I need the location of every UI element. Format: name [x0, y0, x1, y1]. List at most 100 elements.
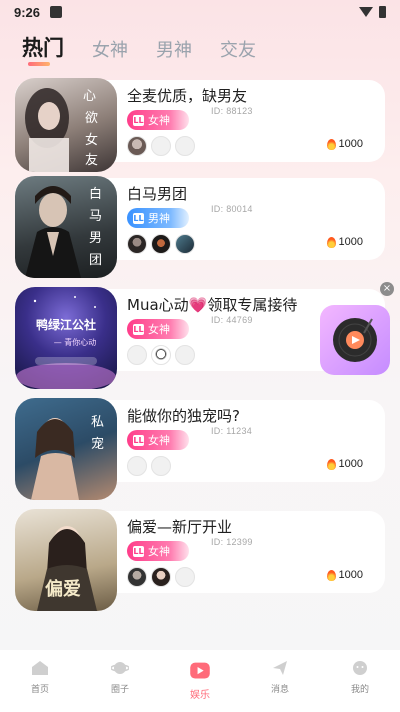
member-avatars: [127, 567, 195, 587]
cover-art: 白 马 男 团: [25, 186, 102, 278]
nav-circle-label: 圈子: [110, 685, 129, 695]
room-cover-image: 鸭绿江公社 — 青你心动: [15, 287, 117, 389]
battery-icon: [379, 6, 386, 18]
svg-text:私: 私: [91, 415, 104, 430]
avatar: [151, 234, 171, 254]
nav-circle[interactable]: 圈子: [80, 650, 160, 712]
member-avatars: [127, 136, 195, 156]
room-tag-badge: LL 女神: [127, 319, 189, 339]
avatar: [127, 234, 147, 254]
room-heat: 1000: [326, 236, 363, 248]
close-icon[interactable]: ×: [380, 282, 394, 296]
svg-text:宠: 宠: [91, 436, 104, 452]
room-id: ID: 80014: [211, 204, 253, 214]
avatar-placeholder: [127, 345, 147, 365]
room-card[interactable]: 白 马 男 团 白马男团 LL 男神 ID: 80014 1000: [15, 176, 385, 278]
nav-home-label: 首页: [30, 685, 49, 695]
room-tag-label: 女神: [148, 434, 170, 447]
notification-icon: [50, 6, 63, 18]
avatar: [127, 136, 147, 156]
room-id: ID: 88123: [211, 106, 253, 116]
nav-messages[interactable]: 消息: [240, 650, 320, 712]
fire-icon: [326, 236, 336, 248]
avatar-placeholder: [175, 567, 195, 587]
room-card[interactable]: 心 欲 女 友 全麦优质，缺男友 LL 女神 ID: 88123 1000: [15, 78, 385, 172]
room-id: ID: 44769: [211, 315, 253, 325]
nav-entertainment[interactable]: 娱乐: [160, 650, 240, 712]
avatar-placeholder: [175, 136, 195, 156]
svg-text:欲: 欲: [85, 110, 98, 126]
room-card[interactable]: 偏爱 偏爱—新厅开业 LL 女神 ID: 12399 1000: [15, 509, 385, 611]
heat-value: 1000: [338, 236, 363, 248]
svg-text:— 青你心动: — 青你心动: [54, 337, 97, 347]
room-tag-badge: LL 女神: [127, 430, 189, 450]
member-avatars: [127, 234, 195, 254]
member-avatars: [127, 456, 171, 476]
avatar-placeholder: [127, 456, 147, 476]
music-float-widget[interactable]: [320, 305, 390, 375]
tab-hot[interactable]: 热门: [22, 32, 64, 66]
room-title: 偏爱—新厅开业: [127, 518, 233, 536]
svg-text:女: 女: [85, 132, 98, 148]
room-tag-badge: LL 女神: [127, 541, 189, 561]
nav-entertainment-label: 娱乐: [190, 690, 210, 701]
home-icon: [32, 661, 48, 675]
tab-goddess[interactable]: 女神: [92, 36, 128, 62]
room-title: 白马男团: [127, 185, 188, 203]
fire-icon: [326, 569, 336, 581]
tag-icon: LL: [133, 114, 144, 126]
face-icon: [353, 661, 367, 675]
avatar-placeholder: [151, 456, 171, 476]
planet-icon: [111, 662, 129, 674]
tag-icon: LL: [133, 434, 144, 446]
heat-value: 1000: [338, 138, 363, 150]
svg-text:白: 白: [89, 186, 102, 202]
room-title: 能做你的独宠吗?: [127, 407, 240, 425]
cover-art: 偏爱: [37, 526, 97, 611]
room-cover-image: 心 欲 女 友: [15, 78, 117, 172]
room-tag-badge: LL 女神: [127, 110, 189, 130]
svg-text:友: 友: [85, 152, 98, 168]
tab-friends[interactable]: 交友: [220, 36, 256, 62]
nav-profile-label: 我的: [350, 685, 369, 695]
avatar: [175, 234, 195, 254]
tab-god[interactable]: 男神: [156, 36, 192, 62]
room-id: ID: 12399: [211, 537, 253, 547]
room-heat: 1000: [326, 138, 363, 150]
room-cover-image: 私 宠: [15, 398, 117, 500]
wifi-icon: [359, 7, 373, 17]
nav-home[interactable]: 首页: [0, 650, 80, 712]
bottom-navigation: 首页 圈子 娱乐 消息 我的: [0, 650, 400, 712]
category-tabs: 热门 女神 男神 交友: [22, 32, 256, 66]
room-tag-label: 男神: [148, 212, 170, 225]
room-tag-badge: LL 男神: [127, 208, 189, 228]
fire-icon: [326, 458, 336, 470]
avatar: [127, 567, 147, 587]
play-icon: [190, 662, 210, 679]
tag-icon: LL: [133, 323, 144, 335]
room-tag-label: 女神: [148, 323, 170, 336]
room-heat: 1000: [326, 458, 363, 470]
svg-text:马: 马: [89, 209, 102, 224]
avatar: [151, 345, 171, 365]
room-card[interactable]: 私 宠 能做你的独宠吗? LL 女神 ID: 11234 1000: [15, 398, 385, 500]
fire-icon: [326, 138, 336, 150]
heat-value: 1000: [338, 569, 363, 581]
room-id: ID: 11234: [211, 426, 253, 436]
avatar-placeholder: [175, 345, 195, 365]
svg-text:团: 团: [89, 253, 102, 268]
cover-art: 私 宠: [31, 415, 104, 500]
room-title: 全麦优质，缺男友: [127, 87, 248, 105]
tag-icon: LL: [133, 212, 144, 224]
nav-profile[interactable]: 我的: [320, 650, 400, 712]
status-time: 9:26: [14, 4, 41, 20]
room-title: Mua心动💗领取专属接待: [127, 296, 298, 314]
room-tag-label: 女神: [148, 545, 170, 558]
cover-art: 鸭绿江公社 — 青你心动: [16, 296, 116, 389]
nav-messages-label: 消息: [270, 685, 289, 695]
avatar-placeholder: [151, 136, 171, 156]
room-cover-image: 白 马 男 团: [15, 176, 117, 278]
room-tag-label: 女神: [148, 114, 170, 127]
heat-value: 1000: [338, 458, 363, 470]
avatar: [151, 567, 171, 587]
